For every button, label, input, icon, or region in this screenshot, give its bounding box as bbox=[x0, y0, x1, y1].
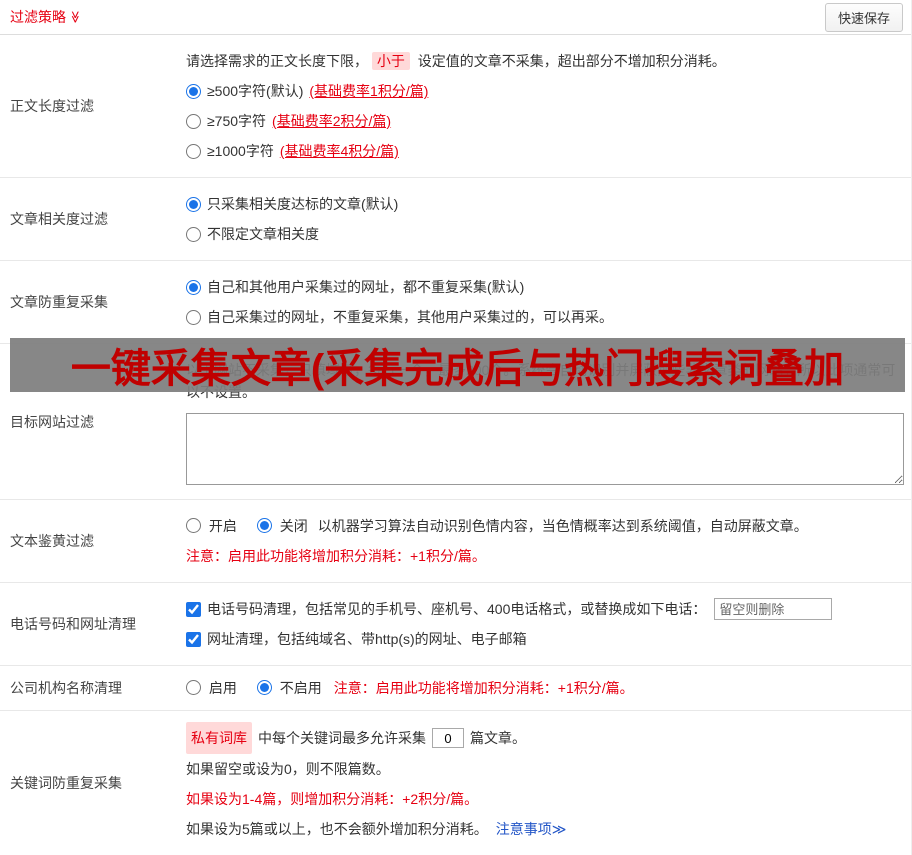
porn-on-radio[interactable] bbox=[186, 518, 201, 533]
dedup-self-radio[interactable] bbox=[186, 309, 201, 325]
length-1000-radio[interactable] bbox=[186, 143, 201, 159]
keyword-note-zero: 如果留空或设为0，则不限篇数。 bbox=[186, 761, 390, 777]
keyword-note-five: 如果设为5篇或以上，也不会额外增加积分消耗。 注意事项≫ bbox=[186, 814, 903, 844]
row-label-phone-url: 电话号码和网址清理 bbox=[10, 616, 136, 632]
length-1000-fee-note: (基础费率4积分/篇) bbox=[279, 143, 399, 159]
page-title-text: 过滤策略 bbox=[10, 9, 66, 25]
row-label-company: 公司机构名称清理 bbox=[10, 680, 122, 696]
length-750-fee-note: (基础费率2积分/篇) bbox=[272, 113, 392, 129]
porn-options-line: 开启 关闭 以机器学习算法自动识别色情内容，当色情概率达到系统阈值，自动屏蔽文章… bbox=[186, 511, 903, 541]
porn-off-radio[interactable] bbox=[256, 518, 272, 533]
relevance-option-default: 只采集相关度达标的文章(默认) bbox=[186, 189, 903, 219]
url-clean-line: 网址清理，包括纯域名、带http(s)的网址、电子邮箱 bbox=[186, 624, 903, 654]
row-label-body-length: 正文长度过滤 bbox=[10, 98, 94, 114]
chevron-down-icon: ≫ bbox=[68, 10, 83, 24]
notice-link[interactable]: 注意事项≫ bbox=[496, 814, 567, 844]
private-lexicon-highlight: 私有词库 bbox=[186, 722, 252, 754]
porn-off-option[interactable]: 关闭 bbox=[256, 511, 308, 541]
row-label-dedup: 文章防重复采集 bbox=[10, 294, 108, 310]
phone-clean-checkbox[interactable] bbox=[186, 601, 201, 617]
company-disable-option[interactable]: 不启用 bbox=[256, 673, 322, 703]
top-bar: 过滤策略 ≫ 快速保存 bbox=[0, 0, 911, 35]
keyword-limit-line: 私有词库 中每个关键词最多允许采集 篇文章。 bbox=[186, 722, 903, 754]
blocked-sites-textarea[interactable] bbox=[186, 413, 904, 485]
porn-on-option[interactable]: 开启 bbox=[186, 511, 237, 541]
length-750-radio[interactable] bbox=[186, 113, 201, 129]
phone-clean-line: 电话号码清理，包括常见的手机号、座机号、400电话格式，或替换成如下电话： bbox=[186, 594, 903, 624]
porn-desc: 以机器学习算法自动识别色情内容，当色情概率达到系统阈值，自动屏蔽文章。 bbox=[317, 518, 808, 534]
company-cost-note: 注意：启用此功能将增加积分消耗：+1积分/篇。 bbox=[333, 680, 634, 696]
body-length-intro: 请选择需求的正文长度下限， 小于 设定值的文章不采集，超出部分不增加积分消耗。 bbox=[186, 52, 726, 70]
company-enable-option[interactable]: 启用 bbox=[186, 673, 237, 703]
keyword-count-input[interactable] bbox=[432, 728, 464, 748]
less-than-highlight: 小于 bbox=[371, 52, 410, 70]
dedup-option-all: 自己和其他用户采集过的网址，都不重复采集(默认) bbox=[186, 272, 903, 302]
row-label-keyword: 关键词防重复采集 bbox=[10, 775, 122, 791]
watermark-text: 一键采集文章(采集完成后与热门搜索词叠加 bbox=[70, 347, 845, 391]
length-option-1000: ≥1000字符 (基础费率4积分/篇) bbox=[186, 136, 903, 166]
length-option-500: ≥500字符(默认) (基础费率1积分/篇) bbox=[186, 76, 903, 106]
row-phone-url-clean: 电话号码和网址清理 电话号码清理，包括常见的手机号、座机号、400电话格式，或替… bbox=[0, 583, 911, 666]
dedup-option-self: 自己采集过的网址，不重复采集，其他用户采集过的，可以再采。 bbox=[186, 302, 903, 332]
relevance-option-unlimited: 不限定文章相关度 bbox=[186, 219, 903, 249]
replacement-phone-input[interactable] bbox=[714, 598, 833, 620]
row-company-clean: 公司机构名称清理 启用 不启用 注意：启用此功能将增加积分消耗：+1积分/篇。 bbox=[0, 666, 911, 711]
quick-save-button[interactable]: 快速保存 bbox=[824, 2, 903, 32]
row-label-relevance: 文章相关度过滤 bbox=[10, 211, 108, 227]
dedup-all-radio[interactable] bbox=[186, 279, 201, 295]
row-body-length-filter: 正文长度过滤 请选择需求的正文长度下限， 小于 设定值的文章不采集，超出部分不增… bbox=[0, 35, 911, 178]
watermark-overlay-banner: 一键采集文章(采集完成后与热门搜索词叠加 bbox=[10, 338, 905, 392]
row-keyword-dedup: 关键词防重复采集 私有词库 中每个关键词最多允许采集 篇文章。 如果留空或设为0… bbox=[0, 711, 911, 855]
keyword-note-cost: 如果设为1-4篇，则增加积分消耗：+2积分/篇。 bbox=[186, 791, 479, 807]
length-500-fee-note: (基础费率1积分/篇) bbox=[309, 83, 429, 99]
url-clean-checkbox[interactable] bbox=[186, 631, 201, 647]
row-label-porn: 文本鉴黄过滤 bbox=[10, 533, 94, 549]
company-enable-radio[interactable] bbox=[186, 680, 201, 695]
porn-cost-note: 注意：启用此功能将增加积分消耗：+1积分/篇。 bbox=[186, 548, 486, 564]
page-title[interactable]: 过滤策略 ≫ bbox=[10, 7, 82, 27]
company-options-line: 启用 不启用 注意：启用此功能将增加积分消耗：+1积分/篇。 bbox=[186, 673, 903, 703]
length-option-750: ≥750字符 (基础费率2积分/篇) bbox=[186, 106, 903, 136]
company-disable-radio[interactable] bbox=[256, 680, 272, 695]
length-500-radio[interactable] bbox=[186, 83, 201, 99]
filter-strategy-page: 过滤策略 ≫ 快速保存 正文长度过滤 请选择需求的正文长度下限， 小于 设定值的… bbox=[0, 0, 912, 855]
row-porn-filter: 文本鉴黄过滤 开启 关闭 以机器学习算法自动识别色情内容，当色情概率达到系统阈值… bbox=[0, 500, 911, 583]
relevance-default-radio[interactable] bbox=[186, 196, 201, 212]
relevance-unlimited-radio[interactable] bbox=[186, 226, 201, 242]
row-relevance-filter: 文章相关度过滤 只采集相关度达标的文章(默认) 不限定文章相关度 bbox=[0, 178, 911, 261]
row-dedup-filter: 文章防重复采集 自己和其他用户采集过的网址，都不重复采集(默认) 自己采集过的网… bbox=[0, 261, 911, 344]
